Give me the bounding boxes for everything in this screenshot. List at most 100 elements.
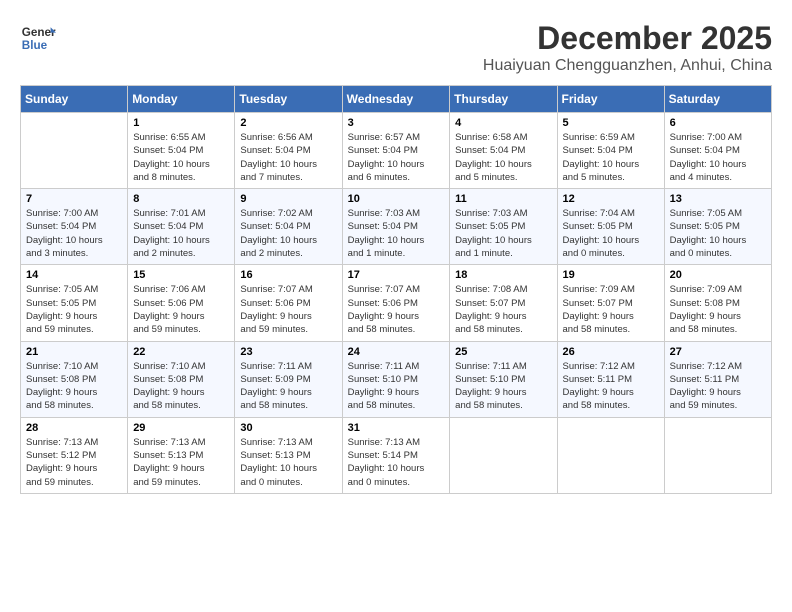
- calendar-cell: 19 Sunrise: 7:09 AM Sunset: 5:07 PM Dayli…: [557, 265, 664, 341]
- day-info: Sunrise: 7:07 AM Sunset: 5:06 PM Dayligh…: [240, 283, 336, 336]
- calendar-cell: 12 Sunrise: 7:04 AM Sunset: 5:05 PM Dayli…: [557, 189, 664, 265]
- day-info: Sunrise: 7:00 AM Sunset: 5:04 PM Dayligh…: [26, 207, 122, 260]
- day-number: 23: [240, 346, 336, 358]
- calendar-cell: 30Sunrise: 7:13 AM Sunset: 5:13 PM Dayli…: [235, 417, 342, 493]
- calendar-cell: 23 Sunrise: 7:11 AM Sunset: 5:09 PM Dayli…: [235, 341, 342, 417]
- column-header-sunday: Sunday: [21, 86, 128, 113]
- day-number: 18: [455, 269, 551, 281]
- day-number: 10: [348, 193, 445, 205]
- month-title: December 2025: [483, 20, 772, 57]
- calendar-cell: 2 Sunrise: 6:56 AM Sunset: 5:04 PM Daylig…: [235, 113, 342, 189]
- calendar-cell: 24Sunrise: 7:11 AM Sunset: 5:10 PM Dayli…: [342, 341, 450, 417]
- day-number: 6: [670, 117, 766, 129]
- calendar-header-row: SundayMondayTuesdayWednesdayThursdayFrid…: [21, 86, 772, 113]
- day-number: 7: [26, 193, 122, 205]
- calendar-cell: 14Sunrise: 7:05 AM Sunset: 5:05 PM Dayli…: [21, 265, 128, 341]
- week-row-4: 21 Sunrise: 7:10 AM Sunset: 5:08 PM Dayli…: [21, 341, 772, 417]
- day-number: 22: [133, 346, 229, 358]
- day-info: Sunrise: 7:11 AM Sunset: 5:10 PM Dayligh…: [455, 360, 551, 413]
- week-row-5: 28 Sunrise: 7:13 AM Sunset: 5:12 PM Dayli…: [21, 417, 772, 493]
- day-info: Sunrise: 7:13 AM Sunset: 5:13 PM Dayligh…: [133, 436, 229, 489]
- day-info: Sunrise: 6:57 AM Sunset: 5:04 PM Dayligh…: [348, 131, 445, 184]
- svg-text:Blue: Blue: [22, 39, 48, 52]
- week-row-1: 1 Sunrise: 6:55 AM Sunset: 5:04 PM Daylig…: [21, 113, 772, 189]
- calendar-cell: 8 Sunrise: 7:01 AM Sunset: 5:04 PM Daylig…: [128, 189, 235, 265]
- location-title: Huaiyuan Chengguanzhen, Anhui, China: [483, 57, 772, 75]
- day-number: 15: [133, 269, 229, 281]
- calendar-cell: [450, 417, 557, 493]
- day-number: 17: [348, 269, 445, 281]
- day-info: Sunrise: 7:02 AM Sunset: 5:04 PM Dayligh…: [240, 207, 336, 260]
- day-info: Sunrise: 7:13 AM Sunset: 5:13 PM Dayligh…: [240, 436, 336, 489]
- calendar-cell: 5Sunrise: 6:59 AM Sunset: 5:04 PM Daylig…: [557, 113, 664, 189]
- calendar-cell: 18 Sunrise: 7:08 AM Sunset: 5:07 PM Dayli…: [450, 265, 557, 341]
- title-area: December 2025 Huaiyuan Chengguanzhen, An…: [483, 20, 772, 75]
- calendar-cell: 11 Sunrise: 7:03 AM Sunset: 5:05 PM Dayli…: [450, 189, 557, 265]
- day-info: Sunrise: 7:09 AM Sunset: 5:07 PM Dayligh…: [563, 283, 659, 336]
- calendar-cell: 3 Sunrise: 6:57 AM Sunset: 5:04 PM Daylig…: [342, 113, 450, 189]
- calendar-cell: 25Sunrise: 7:11 AM Sunset: 5:10 PM Dayli…: [450, 341, 557, 417]
- day-info: Sunrise: 7:00 AM Sunset: 5:04 PM Dayligh…: [670, 131, 766, 184]
- calendar-cell: 6 Sunrise: 7:00 AM Sunset: 5:04 PM Daylig…: [664, 113, 771, 189]
- day-number: 12: [563, 193, 659, 205]
- calendar-cell: 28 Sunrise: 7:13 AM Sunset: 5:12 PM Dayli…: [21, 417, 128, 493]
- day-number: 27: [670, 346, 766, 358]
- calendar-cell: 20Sunrise: 7:09 AM Sunset: 5:08 PM Dayli…: [664, 265, 771, 341]
- calendar-cell: 7 Sunrise: 7:00 AM Sunset: 5:04 PM Daylig…: [21, 189, 128, 265]
- day-info: Sunrise: 7:12 AM Sunset: 5:11 PM Dayligh…: [563, 360, 659, 413]
- column-header-monday: Monday: [128, 86, 235, 113]
- day-info: Sunrise: 7:13 AM Sunset: 5:14 PM Dayligh…: [348, 436, 445, 489]
- day-info: Sunrise: 7:10 AM Sunset: 5:08 PM Dayligh…: [133, 360, 229, 413]
- calendar-cell: 27 Sunrise: 7:12 AM Sunset: 5:11 PM Dayli…: [664, 341, 771, 417]
- calendar-cell: [557, 417, 664, 493]
- calendar-cell: 21Sunrise: 7:10 AM Sunset: 5:08 PM Dayli…: [21, 341, 128, 417]
- week-row-3: 14Sunrise: 7:05 AM Sunset: 5:05 PM Dayli…: [21, 265, 772, 341]
- column-header-wednesday: Wednesday: [342, 86, 450, 113]
- day-number: 29: [133, 422, 229, 434]
- column-header-tuesday: Tuesday: [235, 86, 342, 113]
- day-number: 24: [348, 346, 445, 358]
- day-info: Sunrise: 7:12 AM Sunset: 5:11 PM Dayligh…: [670, 360, 766, 413]
- column-header-friday: Friday: [557, 86, 664, 113]
- calendar-cell: 13Sunrise: 7:05 AM Sunset: 5:05 PM Dayli…: [664, 189, 771, 265]
- day-info: Sunrise: 7:13 AM Sunset: 5:12 PM Dayligh…: [26, 436, 122, 489]
- day-number: 16: [240, 269, 336, 281]
- day-info: Sunrise: 7:01 AM Sunset: 5:04 PM Dayligh…: [133, 207, 229, 260]
- day-info: Sunrise: 7:09 AM Sunset: 5:08 PM Dayligh…: [670, 283, 766, 336]
- day-info: Sunrise: 7:08 AM Sunset: 5:07 PM Dayligh…: [455, 283, 551, 336]
- calendar-cell: 15 Sunrise: 7:06 AM Sunset: 5:06 PM Dayli…: [128, 265, 235, 341]
- day-info: Sunrise: 7:03 AM Sunset: 5:04 PM Dayligh…: [348, 207, 445, 260]
- day-info: Sunrise: 7:11 AM Sunset: 5:09 PM Dayligh…: [240, 360, 336, 413]
- day-info: Sunrise: 6:56 AM Sunset: 5:04 PM Dayligh…: [240, 131, 336, 184]
- column-header-thursday: Thursday: [450, 86, 557, 113]
- day-number: 28: [26, 422, 122, 434]
- day-number: 2: [240, 117, 336, 129]
- day-number: 19: [563, 269, 659, 281]
- day-number: 1: [133, 117, 229, 129]
- day-number: 26: [563, 346, 659, 358]
- day-info: Sunrise: 7:05 AM Sunset: 5:05 PM Dayligh…: [26, 283, 122, 336]
- calendar-cell: [664, 417, 771, 493]
- day-info: Sunrise: 6:58 AM Sunset: 5:04 PM Dayligh…: [455, 131, 551, 184]
- calendar-cell: 29 Sunrise: 7:13 AM Sunset: 5:13 PM Dayli…: [128, 417, 235, 493]
- day-info: Sunrise: 7:04 AM Sunset: 5:05 PM Dayligh…: [563, 207, 659, 260]
- logo: General Blue: [20, 20, 56, 56]
- day-number: 4: [455, 117, 551, 129]
- day-info: Sunrise: 6:55 AM Sunset: 5:04 PM Dayligh…: [133, 131, 229, 184]
- calendar-cell: 9Sunrise: 7:02 AM Sunset: 5:04 PM Daylig…: [235, 189, 342, 265]
- day-info: Sunrise: 7:05 AM Sunset: 5:05 PM Dayligh…: [670, 207, 766, 260]
- calendar-cell: 26 Sunrise: 7:12 AM Sunset: 5:11 PM Dayli…: [557, 341, 664, 417]
- day-number: 3: [348, 117, 445, 129]
- day-info: Sunrise: 6:59 AM Sunset: 5:04 PM Dayligh…: [563, 131, 659, 184]
- calendar-cell: 17Sunrise: 7:07 AM Sunset: 5:06 PM Dayli…: [342, 265, 450, 341]
- day-info: Sunrise: 7:06 AM Sunset: 5:06 PM Dayligh…: [133, 283, 229, 336]
- calendar-table: SundayMondayTuesdayWednesdayThursdayFrid…: [20, 85, 772, 494]
- column-header-saturday: Saturday: [664, 86, 771, 113]
- week-row-2: 7 Sunrise: 7:00 AM Sunset: 5:04 PM Daylig…: [21, 189, 772, 265]
- day-number: 21: [26, 346, 122, 358]
- day-info: Sunrise: 7:03 AM Sunset: 5:05 PM Dayligh…: [455, 207, 551, 260]
- logo-icon: General Blue: [20, 20, 56, 56]
- day-number: 8: [133, 193, 229, 205]
- day-number: 11: [455, 193, 551, 205]
- calendar-cell: 1 Sunrise: 6:55 AM Sunset: 5:04 PM Daylig…: [128, 113, 235, 189]
